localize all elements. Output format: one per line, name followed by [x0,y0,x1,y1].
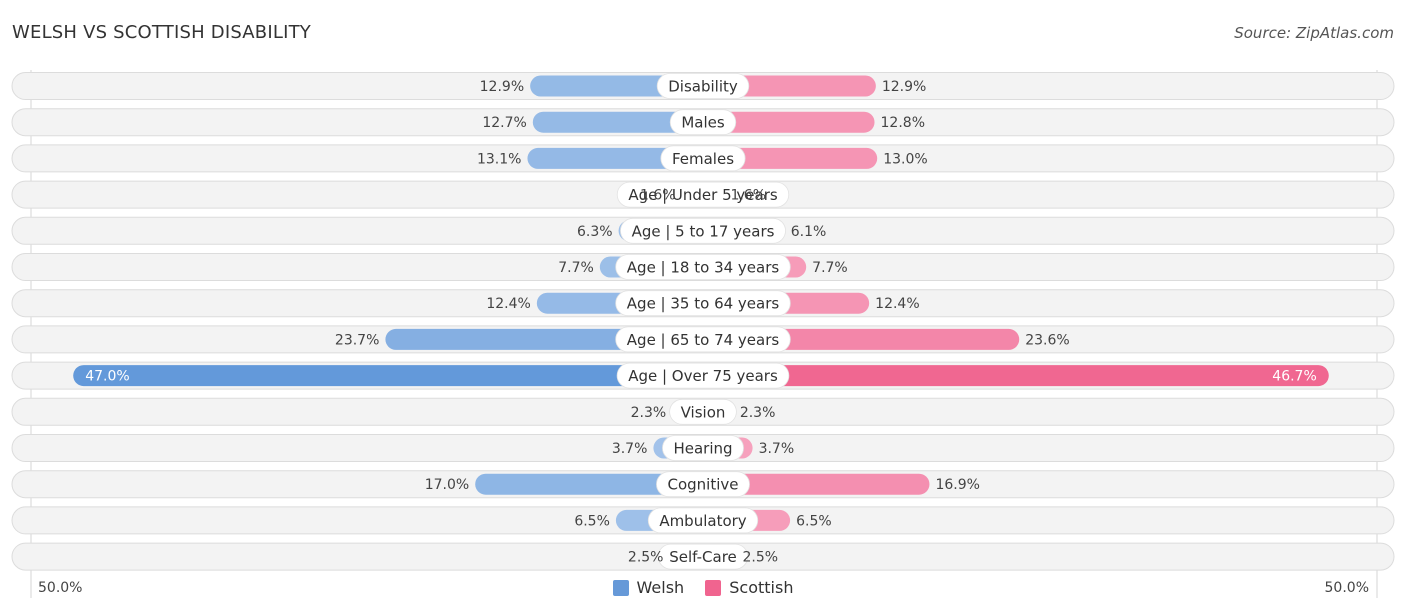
value-label-scottish: 12.9% [882,79,926,95]
category-label: Hearing [673,440,732,458]
legend: Welsh Scottish [0,578,1406,600]
category-label: Females [672,150,734,168]
value-label-welsh: 6.3% [577,224,613,240]
value-label-scottish: 12.8% [881,115,925,131]
category-label: Cognitive [667,476,738,494]
value-label-welsh: 7.7% [558,260,594,276]
chart-area: Disability 12.9% 12.9% Males 12.7% 12.8% Femal… [11,70,1395,598]
category-label: Age | 5 to 17 years [632,222,775,240]
value-label-welsh: 17.0% [425,477,469,493]
value-label-scottish: 13.0% [883,151,927,167]
category-label: Self-Care [669,548,737,566]
category-label: Males [681,114,725,132]
value-label-scottish: 6.1% [791,224,827,240]
value-label-scottish: 2.3% [740,405,776,421]
value-label-welsh: 3.7% [612,441,648,457]
category-label: Age | Over 75 years [628,367,778,385]
value-label-welsh: 12.4% [486,296,530,312]
category-label: Vision [681,403,726,421]
value-label-welsh: 23.7% [335,332,379,348]
category-label: Disability [668,78,738,96]
value-label-scottish: 2.5% [743,550,779,566]
category-label: Age | 65 to 74 years [627,331,780,349]
value-label-scottish: 23.6% [1025,332,1069,348]
value-label-welsh: 13.1% [477,151,521,167]
legend-label-welsh: Welsh [636,578,685,597]
value-label-welsh: 2.3% [631,405,667,421]
value-label-scottish: 3.7% [759,441,795,457]
value-label-welsh: 12.9% [480,79,524,95]
value-label-scottish: 1.6% [730,188,766,204]
value-label-welsh: 1.6% [640,188,676,204]
value-label-scottish: 6.5% [796,513,832,529]
value-label-scottish: 7.7% [812,260,848,276]
value-label-welsh: 12.7% [482,115,526,131]
category-label: Age | 18 to 34 years [627,259,780,277]
value-label-scottish: 12.4% [875,296,919,312]
legend-item-scottish[interactable]: Scottish [705,578,793,597]
category-label: Age | 35 to 64 years [627,295,780,313]
legend-label-scottish: Scottish [729,578,794,597]
value-label-scottish: 16.9% [935,477,979,493]
value-label-welsh: 6.5% [574,513,610,529]
value-label-welsh: 2.5% [628,550,664,566]
value-label-scottish: 46.7% [1272,369,1316,385]
legend-item-welsh[interactable]: Welsh [612,578,685,597]
legend-swatch-welsh [612,579,629,596]
category-label: Ambulatory [659,512,746,530]
legend-swatch-scottish [705,579,722,596]
value-label-welsh: 47.0% [85,369,129,385]
